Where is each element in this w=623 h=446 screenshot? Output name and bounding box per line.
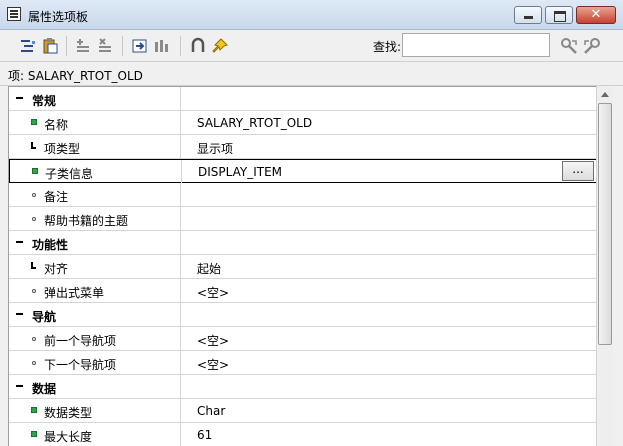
find-label: 查找:: [373, 40, 402, 54]
property-row-next-nav-item[interactable]: 下一个导航项 <空>: [9, 351, 596, 375]
category-label: 常规: [32, 94, 57, 108]
category-navigation[interactable]: 导航: [9, 303, 596, 327]
category-functional[interactable]: 功能性: [9, 231, 596, 255]
inherit-icon[interactable]: [131, 37, 149, 55]
vertical-scrollbar[interactable]: [596, 86, 613, 446]
toolbar-separator: [180, 36, 181, 56]
title-bar: 属性选项板 ✕: [0, 0, 623, 30]
property-row-prev-nav-item[interactable]: 前一个导航项 <空>: [9, 327, 596, 351]
default-property-icon: [32, 289, 36, 293]
property-row-max-length[interactable]: 最大长度 61: [9, 423, 596, 446]
scroll-up-icon[interactable]: [597, 86, 613, 103]
property-value[interactable]: <空>: [197, 332, 229, 349]
inherited-property-icon: [30, 262, 38, 271]
property-palette-icon: [7, 7, 21, 21]
item-name-label: 项: SALARY_RTOT_OLD: [8, 69, 143, 83]
toolbar-separator: [66, 36, 67, 56]
changed-property-icon: [31, 431, 37, 437]
property-row-datatype[interactable]: 数据类型 Char: [9, 399, 596, 423]
default-property-icon: [32, 193, 36, 197]
property-label: 对齐: [44, 262, 69, 276]
find-input[interactable]: [402, 33, 550, 57]
maximize-button[interactable]: [545, 6, 573, 24]
property-value[interactable]: <空>: [197, 284, 229, 301]
property-value[interactable]: 起始: [197, 260, 221, 277]
default-property-icon: [32, 361, 36, 365]
category-label: 功能性: [32, 238, 69, 252]
add-property-icon[interactable]: [74, 37, 92, 55]
search-next-icon[interactable]: [560, 37, 578, 55]
property-row-help-topic[interactable]: 帮助书籍的主题: [9, 207, 596, 231]
property-row-subclass[interactable]: 子类信息 DISPLAY_ITEM ...: [9, 159, 596, 183]
property-row-item-type[interactable]: 项类型 显示项: [9, 135, 596, 159]
close-button[interactable]: ✕: [576, 6, 616, 24]
inherited-property-icon: [30, 142, 38, 151]
property-label: 子类信息: [45, 167, 94, 181]
property-label: 项类型: [44, 142, 81, 156]
property-grid: 常规 名称 SALARY_RTOT_OLD 项类型 显示项 子类信息 DISPL…: [8, 86, 596, 446]
toolbar-separator: [122, 36, 123, 56]
property-label: 备注: [44, 190, 69, 204]
changed-property-icon: [31, 407, 37, 413]
changed-property-icon: [32, 168, 38, 174]
toolbar: 查找:: [0, 30, 623, 62]
default-property-icon: [32, 217, 36, 221]
property-row-popup-menu[interactable]: 弹出式菜单 <空>: [9, 279, 596, 303]
property-label: 帮助书籍的主题: [44, 214, 129, 228]
window-title: 属性选项板: [28, 10, 89, 24]
item-bar: 项: SALARY_RTOT_OLD: [0, 62, 623, 86]
collapse-icon[interactable]: [16, 385, 23, 387]
category-label: 导航: [32, 310, 57, 324]
property-value[interactable]: Char: [197, 404, 225, 418]
property-value[interactable]: 显示项: [197, 140, 233, 157]
property-label: 前一个导航项: [44, 334, 117, 348]
collapse-icon[interactable]: [16, 97, 23, 99]
property-value[interactable]: DISPLAY_ITEM: [198, 165, 282, 179]
category-data[interactable]: 数据: [9, 375, 596, 399]
property-row-justification[interactable]: 对齐 起始: [9, 255, 596, 279]
union-icon[interactable]: [189, 37, 207, 55]
property-row-name[interactable]: 名称 SALARY_RTOT_OLD: [9, 111, 596, 135]
default-property-icon: [32, 337, 36, 341]
property-value[interactable]: <空>: [197, 356, 229, 373]
collapse-icon[interactable]: [16, 313, 23, 315]
property-value[interactable]: SALARY_RTOT_OLD: [197, 116, 312, 130]
property-label: 数据类型: [44, 406, 93, 420]
property-row-comments[interactable]: 备注: [9, 183, 596, 207]
scroll-thumb[interactable]: [598, 103, 612, 345]
search-prev-icon[interactable]: [583, 37, 601, 55]
property-label: 最大长度: [44, 430, 93, 444]
category-label: 数据: [32, 382, 57, 396]
close-icon: ✕: [590, 7, 602, 22]
property-value[interactable]: 61: [197, 428, 212, 442]
collapse-icon[interactable]: [16, 241, 23, 243]
copy-properties-icon[interactable]: [19, 37, 37, 55]
property-label: 下一个导航项: [44, 358, 117, 372]
minimize-button[interactable]: [514, 6, 542, 24]
property-label: 名称: [44, 118, 69, 132]
delete-property-icon[interactable]: [96, 37, 114, 55]
ellipsis-button[interactable]: ...: [562, 161, 594, 181]
property-label: 弹出式菜单: [44, 286, 105, 300]
changed-property-icon: [31, 119, 37, 125]
property-class-icon[interactable]: [153, 37, 171, 55]
paste-properties-icon[interactable]: [41, 37, 59, 55]
category-general[interactable]: 常规: [9, 87, 596, 111]
pin-icon[interactable]: [211, 37, 229, 55]
